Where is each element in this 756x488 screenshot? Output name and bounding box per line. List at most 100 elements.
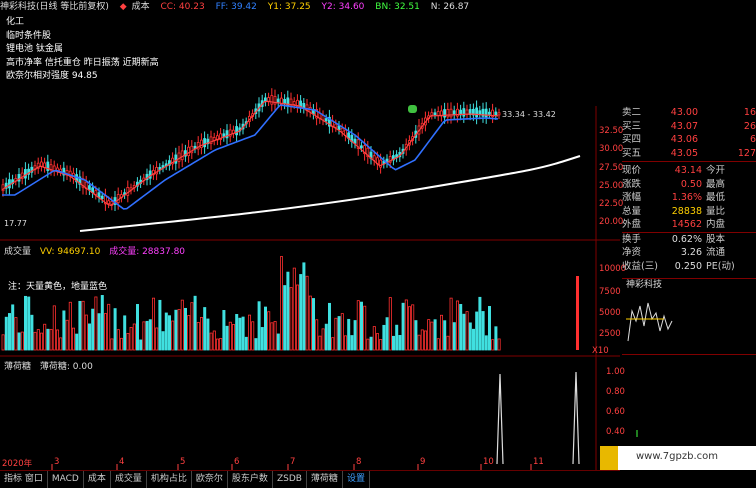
chart-canvas[interactable]: [0, 14, 620, 470]
volume-bar: [455, 300, 459, 351]
stock-title[interactable]: 神彩科技(日线 等比前复权): [0, 2, 109, 12]
volume-bar: [161, 331, 165, 351]
order-price: 43.07: [670, 120, 698, 132]
x-tick-label: 5: [180, 457, 186, 467]
mini-chart[interactable]: 神彩科技: [622, 278, 756, 354]
indicator-tabs: 指标 窗口 MACD 成本 成交量 机构占比 欧奈尔 股东户数 ZSDB 薄荷糖…: [0, 470, 620, 488]
volume-bar: [158, 299, 162, 351]
info-label: 涨幅: [622, 192, 642, 203]
info-row: 涨跌 0.50 最高: [622, 178, 756, 192]
volume-bar: [78, 300, 82, 351]
volume-bar: [193, 295, 197, 351]
x-tick-label: 2020年: [2, 459, 33, 469]
tab-institution[interactable]: 机构占比: [147, 471, 192, 488]
volume-bar: [430, 321, 434, 351]
volume-bar: [91, 308, 95, 351]
info-label2: 最高: [706, 178, 726, 190]
volume-bar: [104, 313, 108, 351]
volume-bar: [187, 315, 191, 351]
tab-holders[interactable]: 股东户数: [228, 471, 273, 488]
volume-bar: [209, 332, 213, 351]
candle: [478, 110, 482, 115]
tab-macd[interactable]: MACD: [48, 471, 84, 488]
volume-bar: [289, 287, 293, 351]
volume-bar: [1, 334, 5, 351]
info-row: 现价 43.14 今开: [622, 164, 756, 178]
candle: [433, 112, 437, 116]
volume-bar: [56, 329, 60, 351]
candle: [292, 101, 296, 105]
volume-bar: [433, 319, 437, 351]
volume-bar: [443, 320, 447, 351]
volume-bar: [88, 323, 92, 351]
cost-label[interactable]: 成本: [132, 2, 150, 12]
candle: [100, 195, 104, 200]
volume-bar: [123, 315, 127, 351]
volume-bar: [340, 313, 344, 351]
volume-title[interactable]: 成交量: [4, 247, 31, 257]
candle: [494, 111, 498, 116]
order-price: 43.05: [670, 147, 698, 159]
order-label: 买五: [622, 147, 642, 159]
volume-bar: [68, 301, 72, 351]
volume-bar: [180, 299, 184, 351]
volume-bar: [487, 306, 491, 351]
volume-bar: [263, 306, 267, 351]
x-tick-label: 3: [54, 457, 60, 467]
volume-bar: [129, 327, 133, 351]
volume-bar: [7, 313, 11, 351]
volume-bar: [231, 324, 235, 351]
order-qty: 6: [749, 134, 756, 145]
tab-window[interactable]: 指标 窗口: [0, 471, 48, 488]
volume-bar: [235, 314, 239, 351]
info-label: 净资: [622, 247, 642, 258]
volume-bar: [411, 304, 415, 351]
volume-bar: [369, 336, 373, 351]
volume-bar: [62, 310, 66, 351]
volume-bar: [427, 319, 431, 351]
volume-bar: [331, 337, 335, 351]
mint-spikes: [496, 371, 580, 465]
tab-settings[interactable]: 设置: [343, 471, 370, 488]
volume-bar: [321, 328, 325, 351]
order-price: 43.06: [670, 134, 698, 145]
volume-bar: [190, 302, 194, 351]
tab-zsdb[interactable]: ZSDB: [273, 471, 307, 488]
x-tick-label: 8: [356, 457, 362, 467]
candle: [337, 125, 341, 130]
info-value: 1.36%: [671, 192, 702, 203]
volume-bar: [17, 332, 21, 351]
order-book: 卖二 43.00 16 买三 43.07 26 买四 43.06 6 买五 43.05 127: [622, 106, 756, 160]
volume-bar: [279, 256, 283, 351]
info-label: 现价: [622, 165, 642, 176]
volume-bar: [267, 311, 271, 351]
volume-bar: [33, 331, 37, 351]
volume-bar: [379, 338, 383, 351]
order-label: 买三: [622, 120, 642, 132]
volume-bar: [363, 305, 367, 351]
volume-bar: [372, 326, 376, 351]
tab-cost[interactable]: 成本: [84, 471, 111, 488]
volume-bar: [295, 284, 299, 351]
candle: [497, 112, 501, 116]
volume-tick: 2500: [599, 329, 621, 339]
volume-bar: [391, 335, 395, 351]
volume-bar: [59, 337, 63, 351]
tab-mint[interactable]: 薄荷糖: [307, 471, 343, 488]
tab-volume[interactable]: 成交量: [111, 471, 147, 488]
tab-oneil[interactable]: 欧奈尔: [192, 471, 228, 488]
volume-bar: [308, 295, 312, 351]
volume-bar: [353, 320, 357, 351]
info-label: 涨跌: [622, 178, 642, 190]
info-value: 3.26: [680, 247, 702, 258]
volume-bar: [139, 339, 143, 351]
volume-bar: [324, 323, 328, 351]
volume-bar: [398, 335, 402, 351]
info-label: 换手: [622, 233, 642, 245]
mint-title[interactable]: 薄荷糖: [4, 362, 31, 372]
volume-bar: [439, 314, 443, 351]
volume-bar: [484, 335, 488, 351]
volume-bar: [260, 327, 264, 351]
price-tick: 27.50: [599, 163, 624, 173]
volume-bar: [30, 314, 34, 351]
